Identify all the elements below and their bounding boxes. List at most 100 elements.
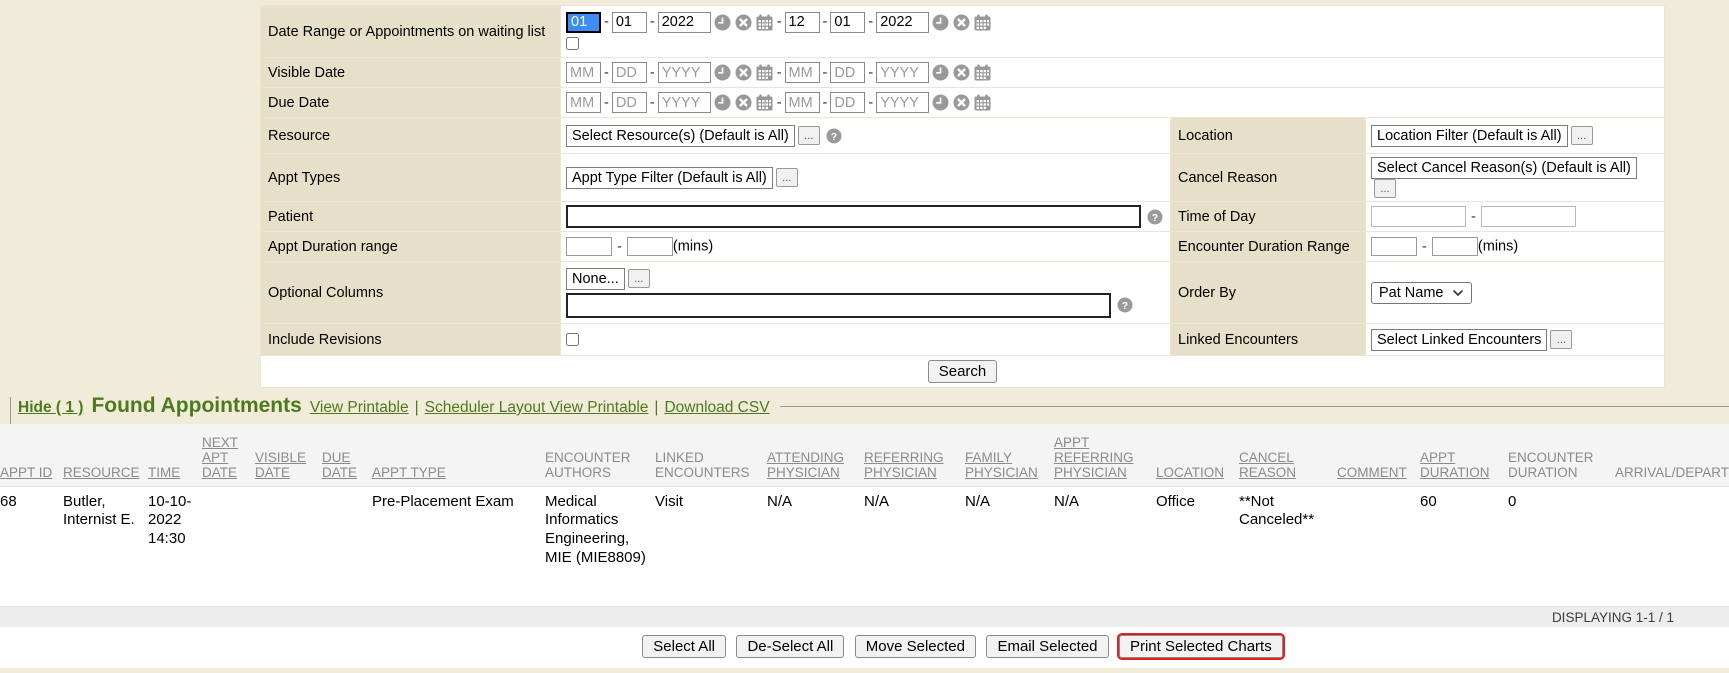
svg-text:?: ? bbox=[1122, 300, 1128, 312]
col-linked-encounters: LINKED ENCOUNTERS bbox=[655, 424, 767, 486]
cell-resource: Butler, Internist E. bbox=[63, 486, 148, 606]
appt-duration-from-input[interactable] bbox=[566, 237, 612, 256]
move-selected-button[interactable]: Move Selected bbox=[855, 635, 976, 658]
calendar-icon[interactable] bbox=[974, 14, 991, 31]
col-next-apt-date[interactable]: NEXT APT DATE bbox=[202, 424, 255, 486]
col-appt-referring-physician[interactable]: APPT REFERRING PHYSICIAN bbox=[1054, 424, 1156, 486]
visible-date-start-day-input[interactable] bbox=[612, 62, 647, 83]
search-button[interactable]: Search bbox=[928, 360, 998, 383]
due-date-end-month-input[interactable] bbox=[785, 92, 820, 113]
visible-date-end-day-input[interactable] bbox=[830, 62, 865, 83]
due-date-end-day-input[interactable] bbox=[830, 92, 865, 113]
encounter-duration-to-input[interactable] bbox=[1432, 237, 1478, 256]
help-icon[interactable]: ? bbox=[826, 128, 842, 144]
visible-date-end-month-input[interactable] bbox=[785, 62, 820, 83]
optional-columns-label: Optional Columns bbox=[261, 262, 561, 324]
optional-columns-browse-button[interactable]: ... bbox=[628, 269, 650, 288]
patient-input[interactable] bbox=[566, 205, 1141, 228]
date-range-start-month-input[interactable] bbox=[566, 12, 601, 33]
time-of-day-from-input[interactable] bbox=[1371, 206, 1466, 227]
clock-icon[interactable] bbox=[932, 14, 949, 31]
date-range-start-day-input[interactable] bbox=[612, 12, 647, 33]
date-range-start-year-input[interactable] bbox=[658, 12, 711, 33]
waiting-list-checkbox[interactable] bbox=[566, 37, 579, 50]
deselect-all-button[interactable]: De-Select All bbox=[736, 635, 844, 658]
date-range-end-year-input[interactable] bbox=[876, 12, 929, 33]
optional-columns-select[interactable]: None... bbox=[566, 268, 625, 290]
clear-icon[interactable] bbox=[735, 64, 752, 81]
calendar-icon[interactable] bbox=[756, 14, 773, 31]
col-due-date[interactable]: DUE DATE bbox=[322, 424, 372, 486]
cell-family-physician: N/A bbox=[965, 486, 1054, 606]
optional-columns-input[interactable] bbox=[566, 293, 1111, 318]
date-range-end-day-input[interactable] bbox=[830, 12, 865, 33]
col-resource[interactable]: RESOURCE bbox=[63, 424, 148, 486]
table-row[interactable]: 68 Butler, Internist E. 10-10-2022 14:30… bbox=[0, 486, 1729, 606]
appt-duration-to-input[interactable] bbox=[627, 237, 673, 256]
print-selected-charts-button[interactable]: Print Selected Charts bbox=[1119, 635, 1283, 658]
resource-filter-select[interactable]: Select Resource(s) (Default is All) bbox=[566, 125, 795, 147]
col-cancel-reason[interactable]: CANCEL REASON bbox=[1239, 424, 1337, 486]
col-family-physician[interactable]: FAMILY PHYSICIAN bbox=[965, 424, 1054, 486]
due-date-end-year-input[interactable] bbox=[876, 92, 929, 113]
dash: - bbox=[604, 14, 609, 30]
calendar-icon[interactable] bbox=[756, 94, 773, 111]
cancel-reason-browse-button[interactable]: ... bbox=[1374, 179, 1396, 198]
hide-link[interactable]: Hide ( 1 ) bbox=[18, 399, 83, 417]
table-header-row: APPT ID RESOURCE TIME NEXT APT DATE VISI… bbox=[0, 424, 1729, 486]
clear-icon[interactable] bbox=[735, 94, 752, 111]
results-title: Found Appointments bbox=[91, 394, 301, 418]
appt-duration-label: Appt Duration range bbox=[261, 232, 561, 262]
col-time[interactable]: TIME bbox=[148, 424, 202, 486]
clock-icon[interactable] bbox=[714, 64, 731, 81]
appt-type-browse-button[interactable]: ... bbox=[776, 168, 798, 187]
svg-text:?: ? bbox=[1152, 211, 1158, 223]
clock-icon[interactable] bbox=[932, 94, 949, 111]
email-selected-button[interactable]: Email Selected bbox=[986, 635, 1108, 658]
col-location[interactable]: LOCATION bbox=[1156, 424, 1239, 486]
help-icon[interactable]: ? bbox=[1147, 209, 1163, 225]
col-attending-physician[interactable]: ATTENDING PHYSICIAN bbox=[767, 424, 864, 486]
encounter-duration-from-input[interactable] bbox=[1371, 237, 1417, 256]
due-date-start-month-input[interactable] bbox=[566, 92, 601, 113]
download-csv-link[interactable]: Download CSV bbox=[664, 399, 769, 417]
include-revisions-checkbox[interactable] bbox=[566, 333, 579, 346]
col-referring-physician[interactable]: REFERRING PHYSICIAN bbox=[864, 424, 965, 486]
clock-icon[interactable] bbox=[714, 94, 731, 111]
location-filter-select[interactable]: Location Filter (Default is All) bbox=[1371, 125, 1568, 147]
scheduler-layout-view-printable-link[interactable]: Scheduler Layout View Printable bbox=[425, 399, 649, 417]
col-appt-id[interactable]: APPT ID bbox=[0, 424, 63, 486]
view-printable-link[interactable]: View Printable bbox=[310, 399, 409, 417]
linked-encounters-select[interactable]: Select Linked Encounters bbox=[1371, 329, 1547, 351]
visible-date-end-year-input[interactable] bbox=[876, 62, 929, 83]
due-date-start-year-input[interactable] bbox=[658, 92, 711, 113]
select-all-button[interactable]: Select All bbox=[642, 635, 726, 658]
clock-icon[interactable] bbox=[932, 64, 949, 81]
location-browse-button[interactable]: ... bbox=[1571, 126, 1593, 145]
col-appt-type[interactable]: APPT TYPE bbox=[372, 424, 545, 486]
calendar-icon[interactable] bbox=[756, 64, 773, 81]
col-visible-date[interactable]: VISIBLE DATE bbox=[255, 424, 322, 486]
date-range-end-month-input[interactable] bbox=[785, 12, 820, 33]
clear-icon[interactable] bbox=[953, 64, 970, 81]
help-icon[interactable]: ? bbox=[1117, 297, 1133, 313]
time-of-day-to-input[interactable] bbox=[1481, 206, 1576, 227]
due-date-start-day-input[interactable] bbox=[612, 92, 647, 113]
clock-icon[interactable] bbox=[714, 14, 731, 31]
cancel-reason-filter-select[interactable]: Select Cancel Reason(s) (Default is All) bbox=[1371, 157, 1637, 179]
clear-icon[interactable] bbox=[953, 14, 970, 31]
visible-date-start-month-input[interactable] bbox=[566, 62, 601, 83]
order-by-select[interactable]: Pat Name bbox=[1371, 282, 1472, 304]
clear-icon[interactable] bbox=[735, 14, 752, 31]
clear-icon[interactable] bbox=[953, 94, 970, 111]
col-comment[interactable]: COMMENT bbox=[1337, 424, 1420, 486]
calendar-icon[interactable] bbox=[974, 94, 991, 111]
resource-browse-button[interactable]: ... bbox=[798, 126, 820, 145]
col-appt-duration[interactable]: APPT DURATION bbox=[1420, 424, 1508, 486]
cell-cancel-reason: **Not Canceled** bbox=[1239, 486, 1337, 606]
linked-encounters-browse-button[interactable]: ... bbox=[1550, 330, 1572, 349]
appt-type-filter-select[interactable]: Appt Type Filter (Default is All) bbox=[566, 167, 773, 189]
calendar-icon[interactable] bbox=[974, 64, 991, 81]
visible-date-start-year-input[interactable] bbox=[658, 62, 711, 83]
cell-appt-referring-physician: N/A bbox=[1054, 486, 1156, 606]
